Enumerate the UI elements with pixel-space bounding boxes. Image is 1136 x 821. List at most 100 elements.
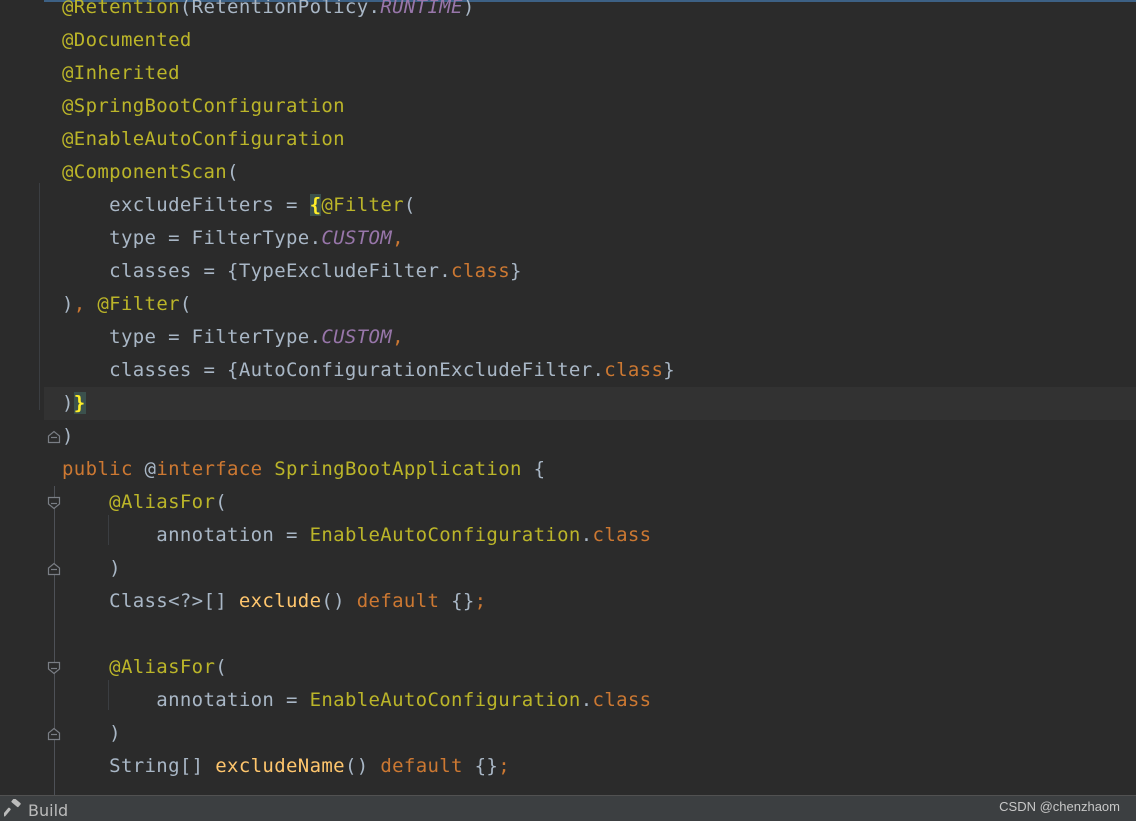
code-token: String[] xyxy=(62,755,216,777)
code-line[interactable]: type = FilterType.CUSTOM, xyxy=(62,321,404,354)
fold-start-icon[interactable] xyxy=(47,495,61,510)
code-line[interactable]: ) xyxy=(62,420,74,453)
code-line[interactable]: ), @Filter( xyxy=(62,288,192,321)
code-token: @Documented xyxy=(62,29,192,51)
csdn-watermark: CSDN @chenzhaom xyxy=(999,799,1120,814)
code-token: } xyxy=(510,260,522,282)
code-line[interactable]: type = FilterType.CUSTOM, xyxy=(62,222,404,255)
code-token: interface xyxy=(156,458,275,480)
code-token: } xyxy=(663,359,676,381)
code-line[interactable]: public @interface SpringBootApplication … xyxy=(62,453,545,486)
code-line[interactable]: Class<?>[] exclude() default {}; xyxy=(62,585,486,618)
code-line[interactable]: @AliasFor( xyxy=(62,486,227,519)
code-token: {} xyxy=(439,590,475,612)
code-token: . xyxy=(580,689,593,711)
code-token: ; xyxy=(474,590,487,612)
code-token: () xyxy=(321,590,357,612)
code-token: RUNTIME xyxy=(380,0,463,18)
code-token: class xyxy=(592,689,652,711)
code-token: ) xyxy=(62,425,74,447)
code-token: ( xyxy=(215,656,228,678)
code-token: , xyxy=(392,227,404,249)
code-token: classes = {TypeExcludeFilter. xyxy=(62,260,452,282)
code-token: ) xyxy=(62,722,121,744)
fold-end-icon[interactable] xyxy=(47,429,61,444)
code-line[interactable]: )} xyxy=(44,387,1136,420)
code-token: public xyxy=(62,458,145,480)
matched-brace: { xyxy=(309,194,322,216)
code-token: ) xyxy=(62,557,121,579)
fold-end-icon[interactable] xyxy=(47,726,61,741)
code-line[interactable]: annotation = EnableAutoConfiguration.cla… xyxy=(62,519,651,552)
code-line[interactable]: classes = {AutoConfigurationExcludeFilte… xyxy=(62,354,675,387)
code-line[interactable]: @Inherited xyxy=(62,57,180,90)
code-token: {} xyxy=(462,755,499,777)
code-token: ) xyxy=(462,0,475,18)
code-line[interactable]: excludeFilters = {@Filter( xyxy=(62,189,416,222)
code-token: ) xyxy=(62,392,74,414)
code-token: @Retention xyxy=(62,0,180,18)
code-line[interactable]: ) xyxy=(62,552,121,585)
tool-window-bar: Build CSDN @chenzhaom xyxy=(0,795,1136,821)
code-token: CUSTOM xyxy=(321,227,393,249)
code-line[interactable]: classes = {TypeExcludeFilter.class} xyxy=(62,255,522,288)
code-line[interactable]: @SpringBootConfiguration xyxy=(62,90,345,123)
code-token: () xyxy=(344,755,381,777)
code-token: ; xyxy=(498,755,511,777)
code-token: classes = {AutoConfigurationExcludeFilte… xyxy=(62,359,605,381)
code-token: @ xyxy=(144,458,157,480)
code-line[interactable]: @AliasFor( xyxy=(62,651,227,684)
code-token: default xyxy=(380,755,463,777)
code-token: class xyxy=(604,359,664,381)
code-token: @AliasFor xyxy=(109,656,216,678)
scope-guide-filters xyxy=(39,183,40,410)
code-line[interactable]: @EnableAutoConfiguration xyxy=(62,123,345,156)
code-line[interactable]: annotation = EnableAutoConfiguration.cla… xyxy=(62,684,651,717)
code-token: EnableAutoConfiguration xyxy=(309,524,581,546)
code-token: ( xyxy=(227,161,239,183)
code-token: excludeFilters = xyxy=(62,194,310,216)
code-token: { xyxy=(521,458,546,480)
code-token: SpringBootApplication xyxy=(274,458,522,480)
code-line[interactable]: @Retention(RetentionPolicy.RUNTIME) xyxy=(62,0,475,24)
code-token: annotation = xyxy=(62,689,310,711)
code-token: type = FilterType. xyxy=(62,326,322,348)
code-line[interactable]: ) xyxy=(62,717,121,750)
code-token: @Filter xyxy=(97,293,180,315)
fold-region-line xyxy=(54,486,55,795)
code-token: (RetentionPolicy. xyxy=(179,0,381,18)
code-token: default xyxy=(356,590,440,612)
code-token: . xyxy=(580,524,593,546)
code-token: @AliasFor xyxy=(109,491,216,513)
fold-start-icon[interactable] xyxy=(47,660,61,675)
code-token: EnableAutoConfiguration xyxy=(309,689,581,711)
code-token: ( xyxy=(179,293,192,315)
code-token: @Filter xyxy=(321,194,404,216)
code-token: @Inherited xyxy=(62,62,180,84)
code-token: Class<?>[] xyxy=(62,590,239,612)
code-token: class xyxy=(592,524,652,546)
editor-gutter[interactable] xyxy=(0,0,44,795)
code-token: type = FilterType. xyxy=(62,227,322,249)
hammer-icon xyxy=(2,798,22,821)
code-token: ( xyxy=(215,491,228,513)
code-token: @ComponentScan xyxy=(62,161,228,183)
code-token: annotation = xyxy=(62,524,310,546)
matched-brace: } xyxy=(73,392,86,414)
code-token: @EnableAutoConfiguration xyxy=(62,128,345,150)
code-token: CUSTOM xyxy=(321,326,393,348)
code-line[interactable]: @ComponentScan( xyxy=(62,156,239,189)
code-token: , xyxy=(392,326,404,348)
code-line[interactable]: String[] excludeName() default {}; xyxy=(62,750,510,783)
code-editor[interactable]: @Retention(RetentionPolicy.RUNTIME) @Docu… xyxy=(0,0,1136,795)
code-line[interactable]: @Documented xyxy=(62,24,192,57)
code-token: , xyxy=(73,293,98,315)
code-token: exclude xyxy=(238,590,322,612)
fold-end-icon[interactable] xyxy=(47,561,61,576)
build-tool-button[interactable]: Build xyxy=(2,798,69,821)
code-token: @SpringBootConfiguration xyxy=(62,95,345,117)
code-token: ) xyxy=(62,293,74,315)
build-label: Build xyxy=(28,800,69,820)
